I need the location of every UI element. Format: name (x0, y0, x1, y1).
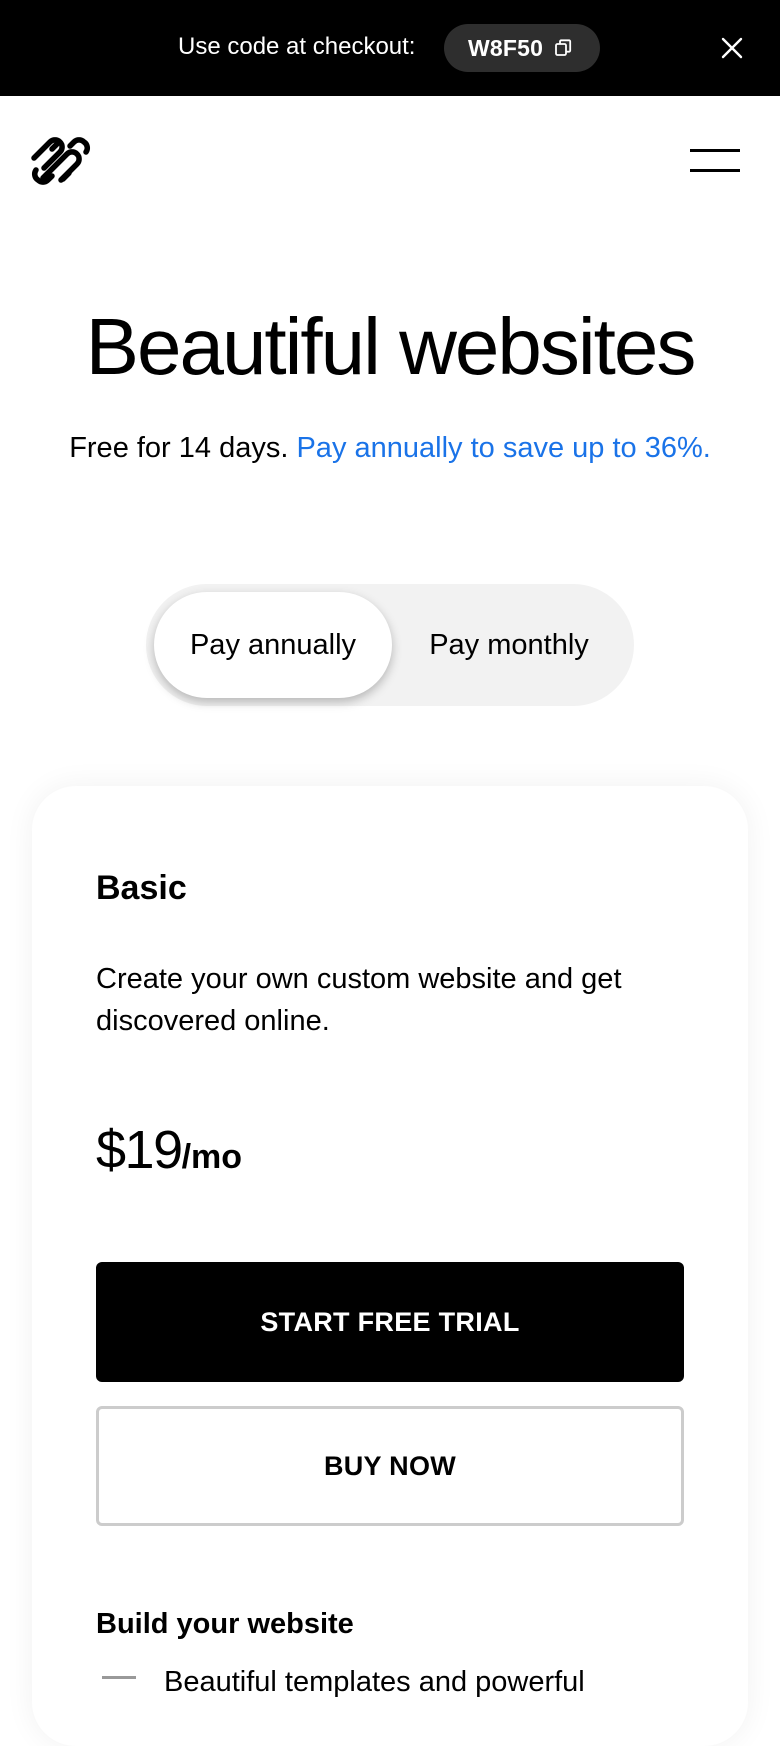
promo-code-label: W8F50 (468, 34, 544, 61)
page-title: Beautiful websites (85, 302, 697, 391)
pay-monthly-option[interactable]: Pay monthly (392, 592, 626, 698)
billing-toggle: Pay annually Pay monthly (146, 584, 634, 706)
promo-text: Use code at checkout: (178, 33, 416, 60)
price-period: /mo (181, 1138, 243, 1176)
hero-subtitle: Free for 14 days. Pay annually to save u… (0, 428, 780, 468)
hamburger-menu-icon[interactable] (690, 149, 740, 175)
copy-icon (555, 39, 572, 56)
top-navigation (0, 96, 780, 226)
pay-annually-option[interactable]: Pay annually (154, 592, 392, 698)
check-icon (102, 1676, 136, 1686)
free-trial-text: Free for 14 days. (69, 432, 289, 464)
buy-now-button[interactable]: BUY NOW (96, 1406, 684, 1526)
annual-savings-link[interactable]: Pay annually to save up to 36%. (296, 432, 710, 464)
promo-code-button[interactable]: W8F50 (444, 24, 600, 72)
plan-name: Basic (96, 869, 187, 907)
plan-price: $19/mo (96, 1118, 242, 1189)
feature-text: Beautiful templates and powerful (164, 1666, 585, 1698)
squarespace-logo[interactable] (30, 134, 92, 188)
promo-banner: Use code at checkout: W8F50 (0, 0, 780, 96)
plan-card-basic: Basic Create your own custom website and… (32, 786, 748, 1746)
price-amount: $19 (96, 1120, 183, 1180)
feature-item: Beautiful templates and powerful (96, 1666, 696, 1716)
features-section-title: Build your website (96, 1608, 354, 1640)
start-free-trial-button[interactable]: START FREE TRIAL (96, 1262, 684, 1382)
close-icon[interactable] (720, 36, 744, 60)
plan-description: Create your own custom website and get d… (96, 963, 622, 1037)
